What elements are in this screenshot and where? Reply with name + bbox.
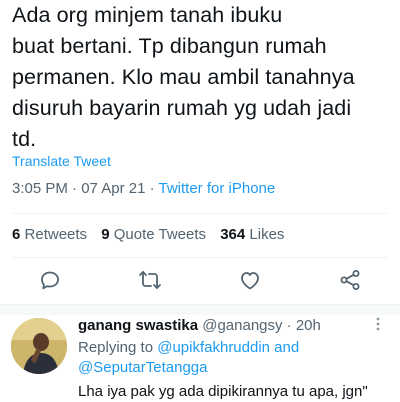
retweet-button[interactable] xyxy=(138,268,162,292)
tweet-text: Ada org minjem tanah ibuku buat bertani.… xyxy=(12,0,392,155)
quote-tweets-label: Quote Tweets xyxy=(113,226,207,243)
reply-display-name[interactable]: ganang swastika xyxy=(78,317,198,334)
tweet-date[interactable]: 07 Apr 21 xyxy=(81,180,145,197)
tweet-text-line: Ada org minjem tanah ibuku xyxy=(12,3,283,27)
tweet-text-line: disuruh bayarin rumah yg udah jadi xyxy=(12,96,352,120)
tweet-metadata: 3:05 PM · 07 Apr 21 · Twitter for iPhone xyxy=(12,180,275,197)
reply-separator: · xyxy=(282,317,296,334)
likes-count: 364 xyxy=(220,226,246,243)
reply-text: Lha iya pak yg ada dipikirannya tu apa, … xyxy=(78,383,368,400)
share-button[interactable] xyxy=(338,268,362,292)
meta-separator: · xyxy=(67,180,82,197)
tweet-text-line: td. xyxy=(12,127,37,151)
reply-handle[interactable]: @ganangsy xyxy=(202,317,282,334)
more-vertical-icon xyxy=(376,317,380,331)
meta-separator: · xyxy=(145,180,159,197)
tweet-source-link[interactable]: Twitter for iPhone xyxy=(159,180,276,197)
tweet-text-line: buat bertani. Tp dibangun rumah xyxy=(12,34,327,58)
tweet-time[interactable]: 3:05 PM xyxy=(12,180,68,197)
quote-tweets-stat[interactable]: 9 Quote Tweets xyxy=(101,226,206,243)
replying-to: Replying to @upikfakhruddin and @Seputar… xyxy=(78,338,388,378)
like-icon xyxy=(241,272,259,290)
replying-prefix: Replying to xyxy=(78,339,158,356)
quote-tweets-count: 9 xyxy=(101,226,110,243)
like-button[interactable] xyxy=(238,268,262,292)
reply-tweet[interactable]: ganang swastika @ganangsy · 20h Replying… xyxy=(78,316,388,402)
more-options-button[interactable] xyxy=(370,316,386,332)
retweet-icon xyxy=(139,271,161,289)
mention-link[interactable]: @SeputarTetangga xyxy=(78,359,208,376)
tweet-text-line: permanen. Klo mau ambil tanahnya xyxy=(12,65,355,89)
section-separator xyxy=(0,304,400,315)
reply-icon xyxy=(41,271,59,290)
mention-link[interactable]: @upikfakhruddin xyxy=(157,339,270,356)
likes-stat[interactable]: 364 Likes xyxy=(220,226,284,243)
tweet-action-bar xyxy=(0,268,400,298)
retweets-count: 6 xyxy=(12,226,21,243)
translate-tweet-link[interactable]: Translate Tweet xyxy=(12,153,111,169)
tweet-stats: 6 Retweets 9 Quote Tweets 364 Likes xyxy=(12,226,294,243)
likes-label: Likes xyxy=(249,226,285,243)
mention-connector: and xyxy=(270,339,300,356)
divider xyxy=(12,213,388,214)
divider xyxy=(12,257,388,258)
reply-button[interactable] xyxy=(38,268,62,292)
share-icon xyxy=(340,270,360,290)
reply-header: ganang swastika @ganangsy · 20h xyxy=(78,316,388,336)
reply-age[interactable]: 20h xyxy=(296,317,321,334)
avatar[interactable] xyxy=(11,318,67,374)
retweets-label: Retweets xyxy=(24,226,88,243)
retweets-stat[interactable]: 6 Retweets xyxy=(12,226,87,243)
user-photo-icon xyxy=(11,318,67,374)
